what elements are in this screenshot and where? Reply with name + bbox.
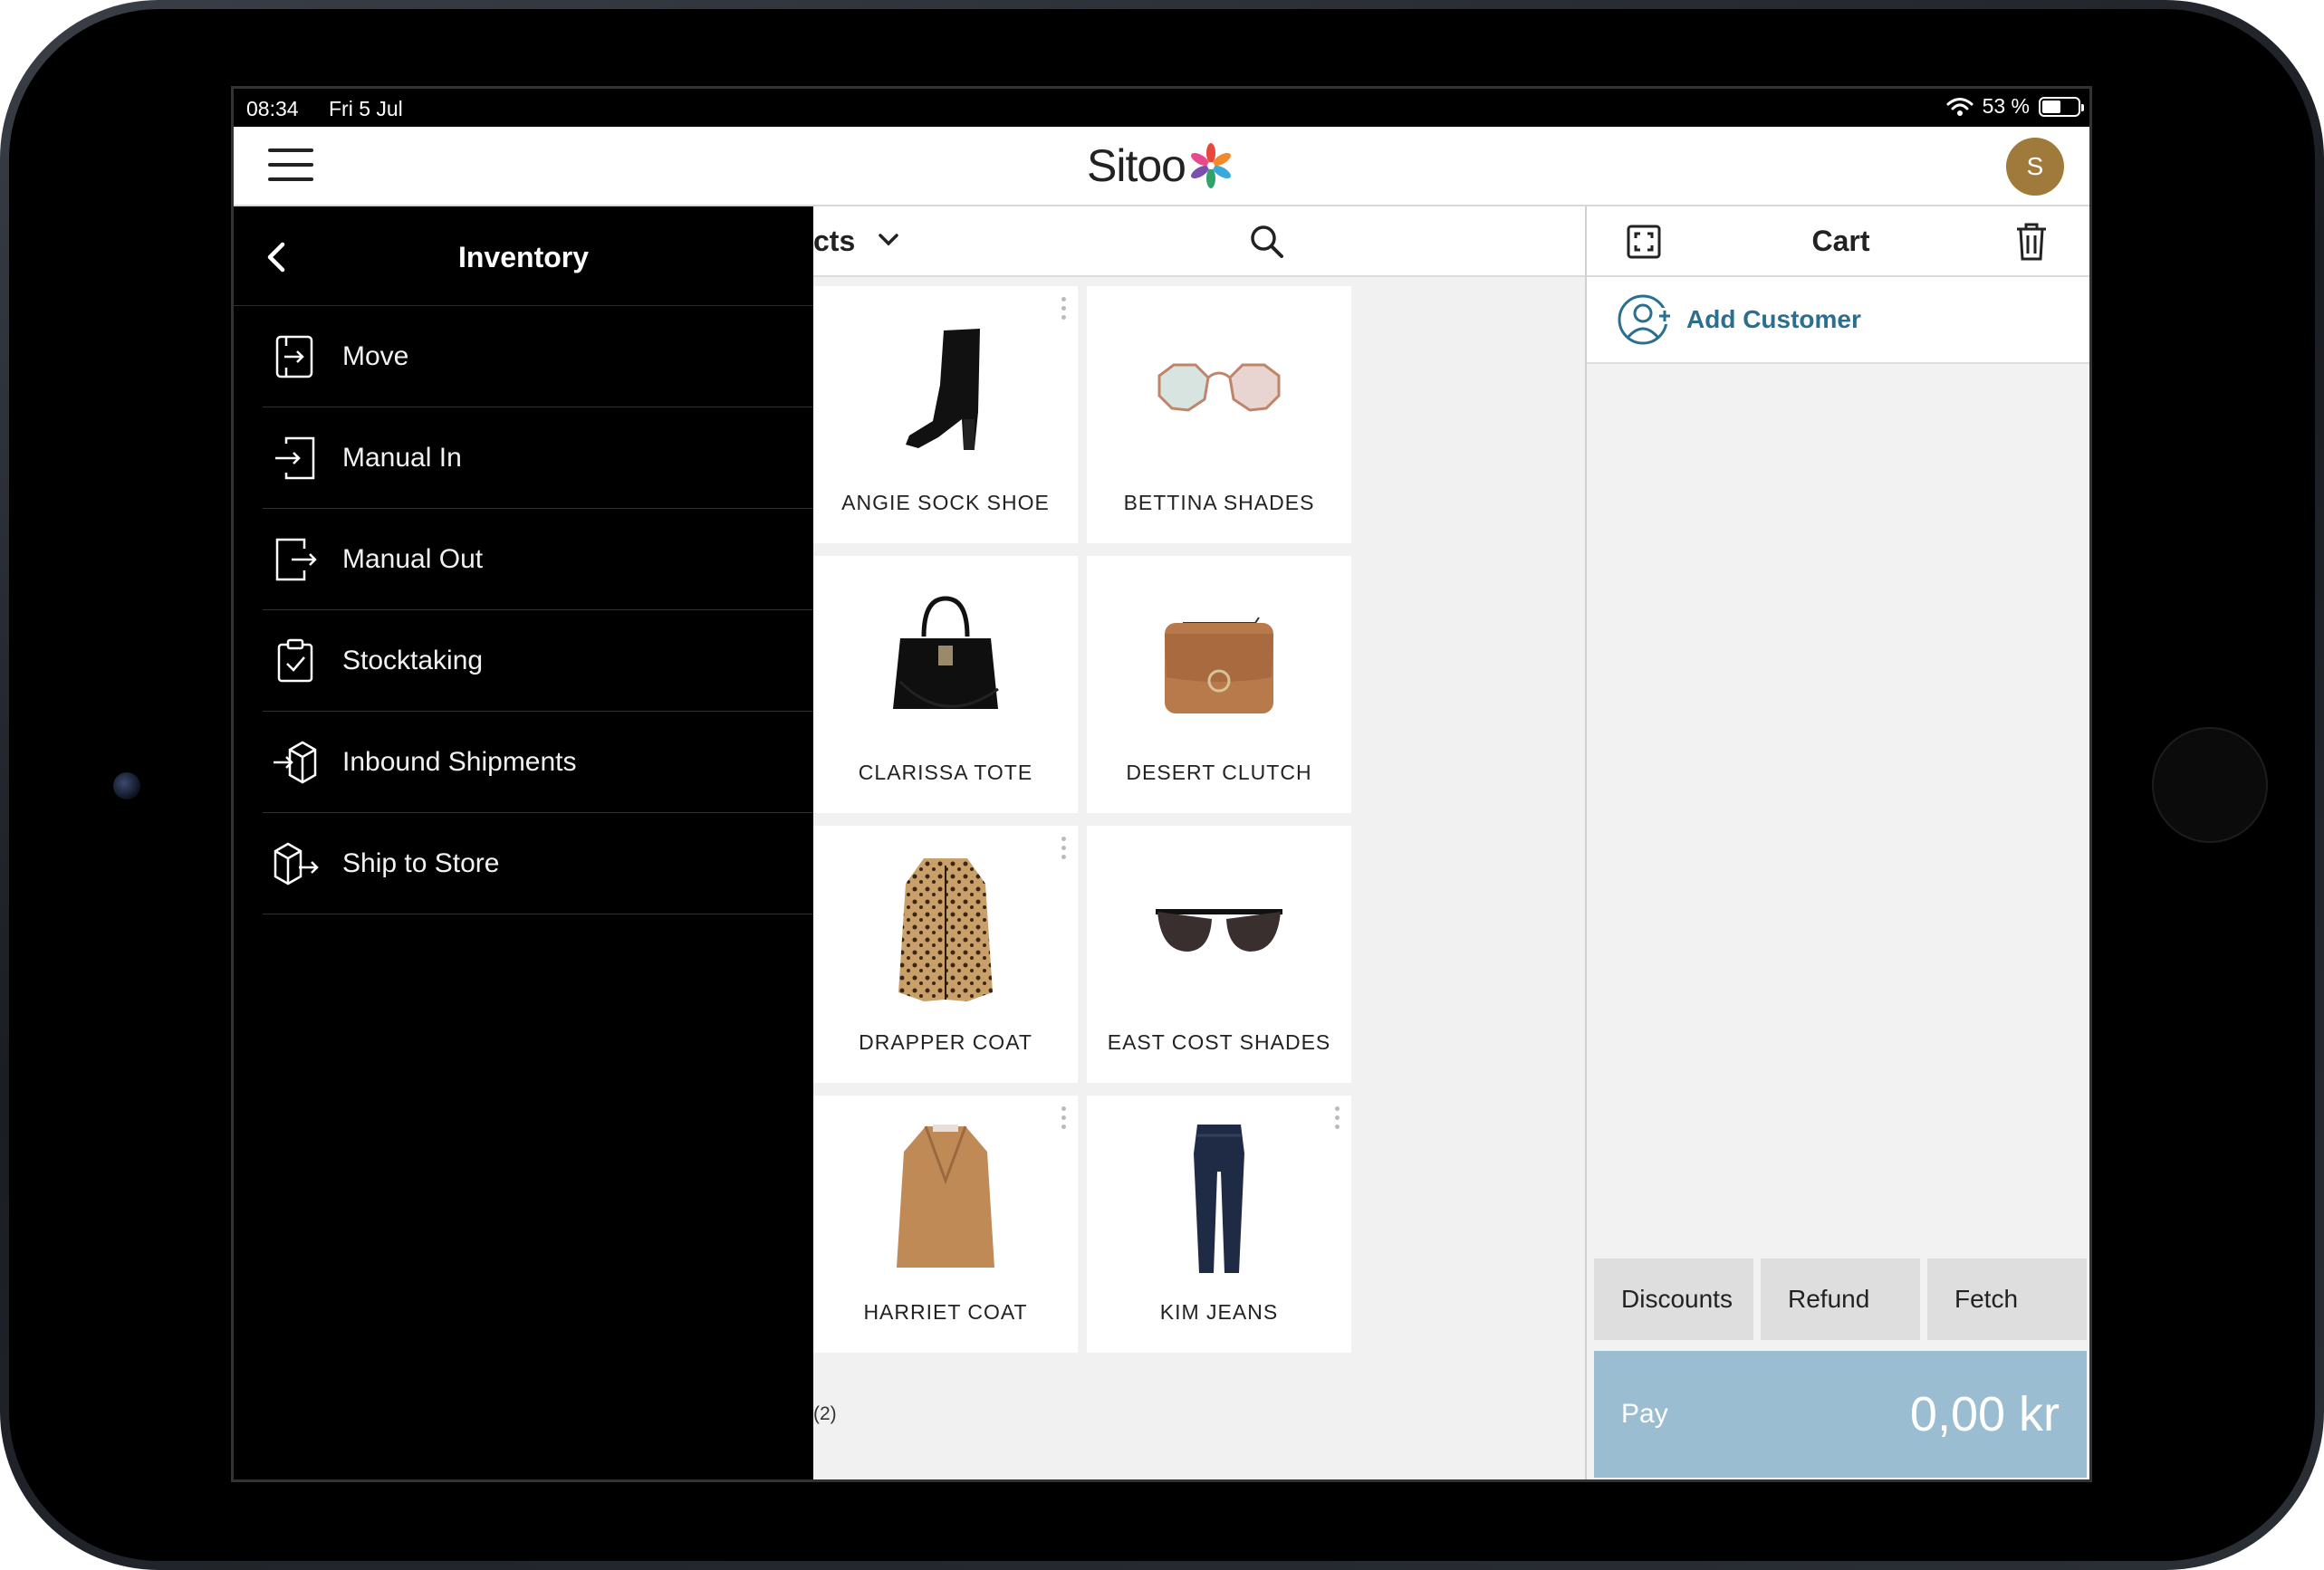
sunglasses-icon: [1087, 299, 1351, 480]
products-title[interactable]: cts: [813, 225, 855, 258]
flower-logo-icon: [1190, 143, 1231, 188]
handbag-icon: [813, 569, 1078, 750]
jeans-icon: [1087, 1108, 1351, 1289]
battery-icon: [2039, 96, 2084, 117]
menu-item-manual-out[interactable]: Manual Out: [263, 509, 813, 610]
menu-item-label: Manual In: [342, 442, 462, 473]
menu-item-inbound-shipments[interactable]: Inbound Shipments: [263, 712, 813, 813]
menu-item-label: Ship to Store: [342, 847, 500, 878]
refund-button[interactable]: Refund: [1761, 1259, 1920, 1340]
product-name: KIM JEANS: [1159, 1300, 1279, 1324]
manual-out-icon: [270, 534, 321, 585]
menu-item-ship-to-store[interactable]: Ship to Store: [263, 813, 813, 914]
coat-icon: [813, 1108, 1078, 1289]
hamburger-menu-icon[interactable]: [268, 148, 313, 185]
product-card[interactable]: HARRIET COAT: [813, 1096, 1078, 1353]
status-time: 08:34: [246, 97, 299, 120]
menu-item-label: Stocktaking: [342, 645, 484, 675]
user-avatar[interactable]: S: [2006, 138, 2064, 196]
sunglasses-icon: [1087, 838, 1351, 1020]
status-date: Fri 5 Jul: [329, 97, 403, 120]
pay-label: Pay: [1621, 1399, 1668, 1429]
product-name: ANGIE SOCK SHOE: [841, 491, 1050, 514]
cart-actions: Discounts Refund Fetch: [1594, 1259, 2087, 1340]
menu-item-manual-in[interactable]: Manual In: [263, 407, 813, 509]
tablet-device-frame: 08:34 Fri 5 Jul 53 % Sitoo S cts ANGIE S…: [0, 0, 2324, 1570]
move-icon: [270, 331, 321, 382]
front-camera: [113, 772, 140, 799]
ship-to-store-icon: [270, 838, 321, 889]
product-card[interactable]: ANGIE SOCK SHOE: [813, 286, 1078, 543]
add-customer-label: Add Customer: [1686, 305, 1861, 333]
cart-header: Cart: [1587, 206, 2089, 277]
product-name: DESERT CLUTCH: [1126, 761, 1312, 784]
menu-item-label: Move: [342, 340, 409, 371]
product-card[interactable]: CLARISSA TOTE: [813, 556, 1078, 813]
trash-icon[interactable]: [2013, 221, 2050, 263]
product-card[interactable]: EAST COST SHADES: [1087, 826, 1351, 1083]
product-name: BETTINA SHADES: [1123, 491, 1315, 514]
screen: 08:34 Fri 5 Jul 53 % Sitoo S cts ANGIE S…: [231, 86, 2092, 1482]
pay-button[interactable]: Pay 0,00 kr: [1594, 1351, 2087, 1478]
product-card[interactable]: BETTINA SHADES: [1087, 286, 1351, 543]
battery-fill: [2042, 100, 2060, 113]
logo-text: Sitoo: [1087, 140, 1186, 191]
status-bar: 08:34 Fri 5 Jul 53 %: [234, 89, 2089, 127]
stocktaking-icon: [270, 636, 321, 686]
leopard-coat-icon: [813, 838, 1078, 1020]
clutch-icon: [1087, 569, 1351, 750]
products-header: cts: [813, 206, 1585, 277]
home-button[interactable]: [2152, 727, 2268, 843]
add-user-icon: [1618, 294, 1672, 345]
cart-panel: Cart Add Customer Discounts Refund Fetch…: [1585, 206, 2089, 1479]
status-indicators: 53 %: [1946, 94, 2084, 119]
menu-item-label: Inbound Shipments: [342, 746, 577, 777]
battery-percent: 53 %: [1982, 94, 2030, 118]
product-card[interactable]: DRAPPER COAT: [813, 826, 1078, 1083]
product-page-count: (2): [813, 1403, 837, 1424]
inventory-side-menu: Inventory Move Manual In Manual Out Stoc…: [234, 206, 813, 1479]
sitoo-logo: Sitoo: [1087, 139, 1236, 192]
product-name: HARRIET COAT: [863, 1300, 1028, 1324]
search-icon[interactable]: [1248, 223, 1286, 261]
product-name: DRAPPER COAT: [859, 1030, 1032, 1054]
chevron-down-icon[interactable]: [875, 226, 902, 254]
fetch-button[interactable]: Fetch: [1927, 1259, 2087, 1340]
wifi-icon: [1946, 97, 1973, 116]
pay-amount: 0,00 kr: [1909, 1387, 2060, 1441]
discounts-button[interactable]: Discounts: [1594, 1259, 1753, 1340]
menu-item-move[interactable]: Move: [263, 306, 813, 407]
menu-item-label: Manual Out: [342, 543, 484, 574]
menu-title: Inventory: [457, 241, 590, 273]
product-card[interactable]: KIM JEANS: [1087, 1096, 1351, 1353]
manual-in-icon: [270, 433, 321, 483]
product-card[interactable]: DESERT CLUTCH: [1087, 556, 1351, 813]
app-header: Sitoo S: [234, 127, 2089, 206]
product-name: EAST COST SHADES: [1107, 1030, 1331, 1054]
products-panel: cts ANGIE SOCK SHOE BETTINA SHADES CLARI…: [813, 206, 1585, 1479]
menu-item-stocktaking[interactable]: Stocktaking: [263, 610, 813, 712]
inbound-shipments-icon: [270, 737, 321, 788]
menu-header: Inventory: [234, 206, 813, 306]
product-name: CLARISSA TOTE: [858, 761, 1033, 784]
boot-icon: [813, 299, 1078, 480]
add-customer-button[interactable]: Add Customer: [1587, 277, 2089, 364]
